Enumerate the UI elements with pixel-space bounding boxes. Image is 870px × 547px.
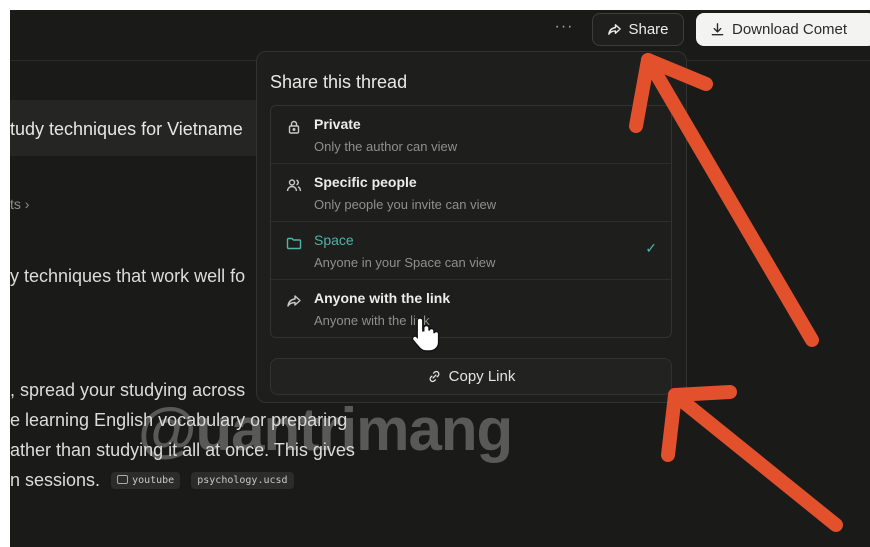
watermark: @uantrimang xyxy=(138,396,513,463)
option-description: Only people you invite can view xyxy=(314,197,497,212)
citation-youtube[interactable]: youtube xyxy=(111,472,181,489)
citation-label: psychology.ucsd xyxy=(197,475,288,486)
share-popover: Share this thread Private Only the autho… xyxy=(256,51,687,403)
more-options-button[interactable]: ··· xyxy=(551,18,577,44)
share-option-anyone-with-link[interactable]: Anyone with the link Anyone with the lin… xyxy=(271,280,671,338)
hand-pointer-icon xyxy=(411,317,440,352)
share-options-list: Private Only the author can view Specifi… xyxy=(270,105,672,338)
copy-link-button[interactable]: Copy Link xyxy=(270,358,672,395)
option-label: Specific people xyxy=(314,174,417,190)
option-label: Anyone with the link xyxy=(314,290,451,306)
sources-link[interactable]: ts › xyxy=(10,196,29,212)
option-label: Private xyxy=(314,116,361,132)
share-arrow-icon xyxy=(287,295,301,307)
download-button-label: Download Comet xyxy=(732,21,848,38)
copy-link-label: Copy Link xyxy=(448,368,516,385)
answer-text: n sessions. xyxy=(10,470,101,490)
download-icon xyxy=(711,23,724,36)
folder-icon xyxy=(286,237,302,250)
citation-psychology[interactable]: psychology.ucsd xyxy=(191,472,294,489)
share-option-specific-people[interactable]: Specific people Only people you invite c… xyxy=(271,164,671,222)
download-comet-button[interactable]: Download Comet xyxy=(696,13,870,46)
option-description: Only the author can view xyxy=(314,139,458,154)
video-icon xyxy=(117,475,129,484)
link-icon xyxy=(429,370,440,383)
share-arrow-icon xyxy=(608,24,622,35)
answer-line: y techniques that work well fo xyxy=(10,266,246,286)
people-icon xyxy=(286,179,302,192)
answer-line-with-citations: n sessions. youtube psychology.ucsd xyxy=(10,470,294,491)
share-button-label: Share xyxy=(628,21,669,38)
check-icon: ✓ xyxy=(645,240,657,256)
option-label: Space xyxy=(314,232,354,248)
lock-icon xyxy=(288,120,300,134)
share-button[interactable]: Share xyxy=(592,13,684,46)
query-text: tudy techniques for Vietname xyxy=(10,119,243,139)
option-description: Anyone in your Space can view xyxy=(314,255,496,270)
share-option-space[interactable]: Space Anyone in your Space can view ✓ xyxy=(271,222,671,280)
popover-title: Share this thread xyxy=(270,72,408,92)
app-window: ··· Share Download Comet tudy techniques… xyxy=(10,10,870,547)
citation-label: youtube xyxy=(132,475,175,486)
share-option-private[interactable]: Private Only the author can view xyxy=(271,106,671,164)
